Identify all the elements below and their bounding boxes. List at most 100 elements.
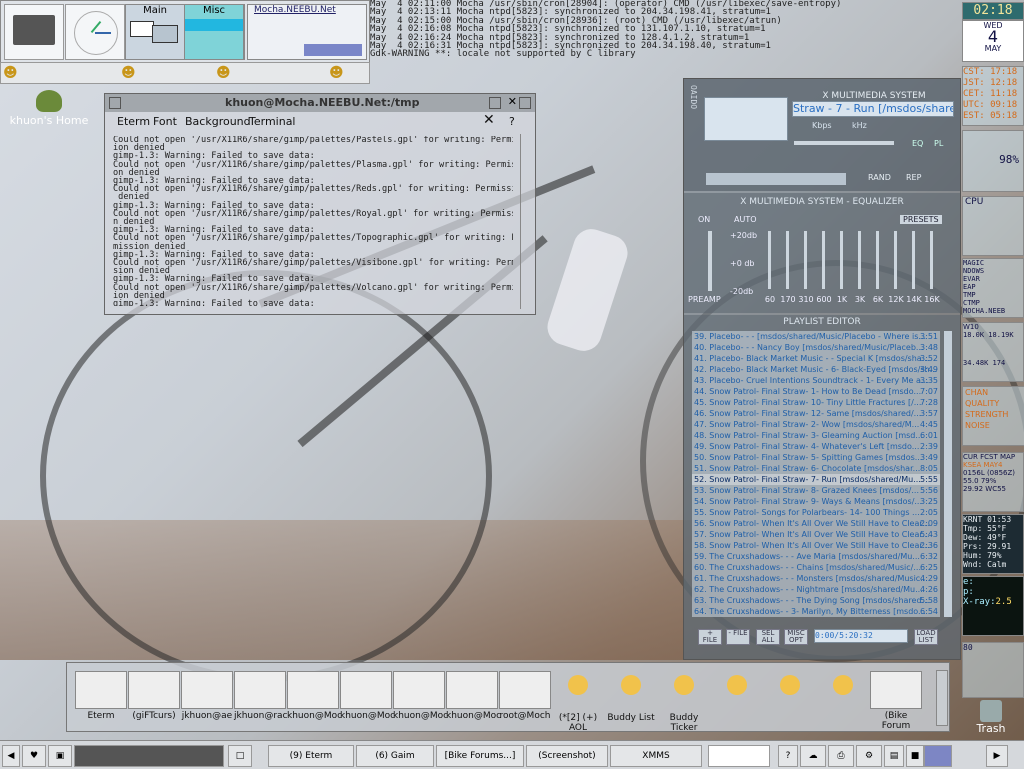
home-desktop-icon[interactable]: khuon's Home	[4, 90, 94, 127]
minimize-icon[interactable]	[489, 97, 501, 109]
misc-options-button[interactable]: MISC OPT	[784, 629, 808, 645]
eterm-window[interactable]: khuon@Mocha.NEEBU.Net:/tmp ✕ Eterm Font …	[104, 93, 536, 315]
select-all-button[interactable]: SEL ALL	[756, 629, 780, 645]
iconbox-item[interactable]	[817, 671, 869, 727]
laptop-app[interactable]	[4, 4, 64, 60]
run-icon[interactable]: ▣	[48, 745, 72, 767]
iconbox-item[interactable]: Eterm	[75, 671, 127, 727]
pl-toggle[interactable]: PL	[934, 139, 943, 148]
pager-mini[interactable]	[924, 745, 952, 767]
playlist-row[interactable]: 41. Placebo- Black Market Music - - Spec…	[692, 353, 940, 364]
iconbox-item[interactable]: khuon@Moc	[340, 671, 395, 727]
playlist-row[interactable]: 46. Snow Patrol- Final Straw- 12- Same […	[692, 408, 940, 419]
playlist-row[interactable]: 63. The Cruxshadows- - - The Dying Song …	[692, 595, 940, 606]
iconbox-item[interactable]	[711, 671, 763, 727]
playlist-row[interactable]: 40. Placebo- - - Nancy Boy [msdos/shared…	[692, 342, 940, 353]
eq-band[interactable]: 6K	[870, 231, 886, 309]
iconbox-item[interactable]: (Bike Forum	[870, 671, 922, 731]
preamp-slider[interactable]	[708, 231, 712, 291]
tray-icon[interactable]: ■	[906, 745, 924, 767]
person-icon[interactable]: ☻	[121, 65, 136, 81]
volume-slider[interactable]	[794, 141, 894, 145]
playlist-list[interactable]: 39. Placebo- - - [msdos/shared/Music/Pla…	[692, 331, 940, 617]
eq-band[interactable]: 16K	[924, 231, 940, 309]
remove-file-button[interactable]: - FILE	[726, 629, 750, 645]
eq-band-slider[interactable]	[804, 231, 807, 289]
iconbox-item[interactable]: khuon@Moc	[446, 671, 501, 727]
person-icon[interactable]: ☻	[329, 65, 344, 81]
track-title[interactable]: Straw - 7 - Run [/msdos/shared/	[792, 101, 954, 117]
workspace-misc[interactable]: Misc	[185, 5, 244, 59]
eq-band[interactable]: 310	[798, 231, 814, 309]
playlist-row[interactable]: 39. Placebo- - - [msdos/shared/Music/Pla…	[692, 331, 940, 342]
menu-background[interactable]: Background	[185, 115, 251, 128]
eq-band[interactable]: 1K	[834, 231, 850, 309]
eq-band[interactable]: 600	[816, 231, 832, 309]
playlist-row[interactable]: 52. Snow Patrol- Final Straw- 7- Run [ms…	[692, 474, 940, 485]
eq-band[interactable]: 60	[762, 231, 778, 309]
repeat-button[interactable]: REP	[906, 173, 921, 182]
eq-on-button[interactable]: ON	[698, 215, 710, 224]
printer-icon[interactable]: ⎙	[828, 745, 854, 767]
playlist-row[interactable]: 49. Snow Patrol- Final Straw- 4- Whateve…	[692, 441, 940, 452]
workspace-main[interactable]: Main	[126, 5, 185, 59]
eq-toggle[interactable]: EQ	[912, 139, 923, 148]
person-icon[interactable]: ☻	[3, 65, 18, 81]
xmms-main-window[interactable]: OAIDO X MULTIMEDIA SYSTEM Straw - 7 - Ru…	[684, 79, 960, 191]
load-list-button[interactable]: LOAD LIST	[914, 629, 938, 645]
add-file-button[interactable]: + FILE	[698, 629, 722, 645]
close-icon[interactable]: ✕	[483, 112, 495, 128]
task-bike-forums[interactable]: [Bike Forums...]	[436, 745, 524, 767]
task-screenshot[interactable]: (Screenshot)	[526, 745, 608, 767]
time-display[interactable]	[704, 97, 788, 141]
settings-icon[interactable]: ⚙	[856, 745, 882, 767]
playlist-row[interactable]: 56. Snow Patrol- When It's All Over We S…	[692, 518, 940, 529]
eq-band-slider[interactable]	[786, 231, 789, 289]
person-icon[interactable]: ☻	[216, 65, 231, 81]
iconbox-item[interactable]: jkhuon@ae	[181, 671, 233, 727]
trash-desktop-icon[interactable]: Trash	[966, 700, 1016, 735]
iconbox-item[interactable]: root@Moch	[499, 671, 551, 727]
eterm-titlebar[interactable]: khuon@Mocha.NEEBU.Net:/tmp ✕	[105, 94, 535, 112]
menu-font[interactable]: Font	[153, 115, 177, 128]
eq-band-slider[interactable]	[840, 231, 843, 289]
iconbox-item[interactable]: khuon@Moc	[287, 671, 342, 727]
iconbox-scrollbar[interactable]	[936, 670, 948, 726]
playlist-row[interactable]: 60. The Cruxshadows- - - Chains [msdos/s…	[692, 562, 940, 573]
eq-band[interactable]: 14K	[906, 231, 922, 309]
playlist-row[interactable]: 48. Snow Patrol- Final Straw- 3- Gleamin…	[692, 430, 940, 441]
iconbox-item[interactable]: khuon@Moc	[393, 671, 448, 727]
scroll-left-icon[interactable]: ◀	[2, 745, 20, 767]
window-menu-icon[interactable]	[109, 97, 121, 109]
eq-band[interactable]: 12K	[888, 231, 904, 309]
playlist-row[interactable]: 62. The Cruxshadows- - - Nightmare [msdo…	[692, 584, 940, 595]
terminal-output[interactable]: Could not open '/usr/X11R6/share/gimp/pa…	[113, 136, 513, 306]
help-icon[interactable]: ?	[509, 115, 515, 128]
scroll-right-icon[interactable]: ▶	[986, 745, 1008, 767]
playlist-row[interactable]: 58. Snow Patrol- When It's All Over We S…	[692, 540, 940, 551]
playlist-row[interactable]: 53. Snow Patrol- Final Straw- 8- Grazed …	[692, 485, 940, 496]
eq-band-slider[interactable]	[912, 231, 915, 289]
help-icon[interactable]: ?	[778, 745, 798, 767]
clock-app[interactable]	[65, 4, 125, 60]
monitor-icon[interactable]: ▤	[884, 745, 904, 767]
playlist-row[interactable]: 57. Snow Patrol- When It's All Over We S…	[692, 529, 940, 540]
iconbox-item[interactable]	[764, 671, 816, 727]
tab-cur[interactable]: CUR	[963, 453, 978, 461]
eq-band[interactable]: 170	[780, 231, 796, 309]
iconbox-item[interactable]: jkhuon@rac	[234, 671, 288, 727]
close-icon[interactable]: ✕	[508, 95, 517, 108]
playlist-row[interactable]: 55. Snow Patrol- Songs for Polarbears- 1…	[692, 507, 940, 518]
tab-map[interactable]: MAP	[1000, 453, 1015, 461]
playlist-scrollbar[interactable]	[944, 331, 952, 617]
menu-terminal[interactable]: Terminal	[249, 115, 296, 128]
tab-fcst[interactable]: FCST	[980, 453, 998, 461]
playlist-row[interactable]: 42. Placebo- Black Market Music - 6- Bla…	[692, 364, 940, 375]
volume-mixer[interactable]: 80	[962, 642, 1024, 698]
playlist-row[interactable]: 59. The Cruxshadows- - - Ave Maria [msdo…	[692, 551, 940, 562]
eq-band-slider[interactable]	[930, 231, 933, 289]
shuffle-button[interactable]: RAND	[868, 173, 891, 182]
eq-band-slider[interactable]	[876, 231, 879, 289]
iconbox-item[interactable]: (giFTcurs)	[128, 671, 180, 727]
digital-clock[interactable]: 02:18	[962, 2, 1024, 20]
